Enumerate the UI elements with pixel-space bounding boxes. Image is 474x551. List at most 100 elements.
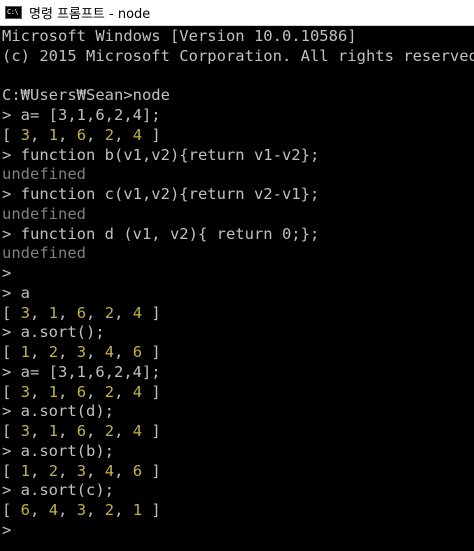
console-line: > a.sort(c);: [2, 481, 474, 501]
console-text: 6: [76, 125, 87, 144]
console-text: 6: [132, 461, 143, 480]
console-text: 2: [104, 422, 115, 440]
console-text: 4: [132, 422, 143, 440]
console-line: > a= [3,1,6,2,4];: [2, 106, 474, 126]
console-text: ,: [58, 501, 77, 519]
console-line: C:₩Users₩Sean>node: [2, 86, 474, 106]
console-text: 4: [48, 501, 59, 519]
console-text: > a= [3,1,6,2,4];: [2, 106, 161, 124]
console-text: ,: [114, 125, 133, 144]
console-text: ,: [86, 382, 105, 401]
console-line: [ 3, 1, 6, 2, 4 ]: [2, 383, 474, 403]
console-text: ]: [142, 382, 161, 401]
console-text: ,: [86, 303, 105, 322]
console-text: > function c(v1,v2){return v2-v1};: [2, 185, 320, 203]
console-line: undefined: [2, 205, 474, 225]
cmd-icon: C:\: [5, 6, 22, 19]
console-text: Microsoft Windows [Version 10.0.10586]: [2, 27, 357, 45]
console-text: ]: [142, 461, 161, 480]
console-text: 6: [76, 422, 87, 440]
console-line: [ 1, 2, 3, 4, 6 ]: [2, 462, 474, 482]
console-text: 1: [48, 303, 59, 322]
console-text: ]: [142, 501, 161, 519]
console-text: 6: [20, 501, 31, 519]
console-text: > a: [2, 283, 30, 302]
console-text: 2: [104, 125, 115, 144]
console-line: > a= [3,1,6,2,4];: [2, 363, 474, 383]
console-text: 6: [76, 303, 87, 322]
console-text: undefined: [2, 165, 86, 184]
console-text: > function b(v1,v2){return v1-v2};: [2, 145, 320, 164]
console-text: ,: [58, 303, 77, 322]
console-text: ,: [58, 125, 77, 144]
console-text: ]: [142, 303, 161, 322]
console-text: 2: [48, 461, 59, 480]
console-text: 6: [132, 343, 143, 361]
console-text: ,: [86, 501, 105, 519]
console-text: [: [2, 303, 21, 322]
console-line: [ 3, 1, 6, 2, 4 ]: [2, 422, 474, 442]
console-output[interactable]: Microsoft Windows [Version 10.0.10586] (c…: [2, 27, 474, 551]
console-text: 4: [104, 461, 115, 480]
console-text: > a.sort(d);: [2, 402, 114, 421]
console-text: ,: [58, 343, 77, 361]
console-text: ]: [142, 125, 161, 144]
console-text: ,: [86, 125, 105, 144]
console-line: > a.sort(d);: [2, 402, 474, 422]
console-text: ,: [30, 343, 49, 361]
console-line: [ 3, 1, 6, 2, 4 ]: [2, 304, 474, 324]
console-line: [ 6, 4, 3, 2, 1 ]: [2, 501, 474, 521]
console-text: ,: [30, 461, 49, 480]
console-text: ,: [30, 501, 49, 519]
title-bar[interactable]: C:\ 명령 프롬프트 - node: [0, 0, 474, 26]
console-text: ,: [30, 422, 49, 440]
console-line: > a: [2, 284, 474, 304]
console-text: 4: [104, 343, 115, 361]
console-line: > a.sort(b);: [2, 442, 474, 462]
console-text: 3: [76, 501, 87, 519]
console-text: 3: [76, 461, 87, 480]
console-text: 2: [104, 382, 115, 401]
console-text: ,: [114, 501, 133, 519]
console-text: 3: [20, 382, 31, 401]
command-prompt-window: C:\ 명령 프롬프트 - node Microsoft Windows [Ve…: [0, 0, 474, 551]
console-text: 3: [20, 303, 31, 322]
console-text: 4: [132, 382, 143, 401]
console-text: 1: [20, 343, 31, 361]
console-text: 4: [132, 125, 143, 144]
console-text: ,: [114, 461, 133, 480]
console-text: 1: [20, 461, 31, 480]
console-text: 1: [48, 125, 59, 144]
console-text: ,: [58, 422, 77, 440]
console-text: ,: [114, 422, 133, 440]
console-text: >: [2, 264, 12, 282]
window-title: 명령 프롬프트 - node: [29, 7, 151, 22]
console-text: 2: [48, 343, 59, 361]
console-text: 4: [132, 303, 143, 322]
console-text: >: [2, 520, 12, 539]
console-text: 3: [76, 343, 87, 361]
console-text: 2: [104, 501, 115, 519]
console-text: 1: [48, 422, 59, 440]
console-line: undefined: [2, 165, 474, 185]
console-text: (c) 2015 Microsoft Corporation. All righ…: [2, 46, 474, 65]
console-text: > a.sort(b);: [2, 441, 114, 460]
console-text: 1: [132, 501, 143, 519]
console-text: ,: [86, 343, 105, 361]
console-text: ,: [114, 303, 133, 322]
console-text: 6: [76, 382, 87, 401]
console-line: > function b(v1,v2){return v1-v2};: [2, 146, 474, 166]
console-text: [: [2, 461, 21, 480]
console-text: ,: [30, 382, 49, 401]
console-text: ,: [114, 382, 133, 401]
console-line: [ 3, 1, 6, 2, 4 ]: [2, 126, 474, 146]
console-line: > function c(v1,v2){return v2-v1};: [2, 185, 474, 205]
console-line: >: [2, 264, 474, 284]
console-text: 2: [104, 303, 115, 322]
console-text: > a.sort();: [2, 323, 105, 342]
cmd-icon-label: C:\: [7, 8, 19, 16]
console-text: > function d (v1, v2){ return 0;};: [2, 224, 320, 243]
console-text: C:₩Users₩Sean>node: [2, 86, 170, 105]
console-text: > a= [3,1,6,2,4];: [2, 362, 161, 381]
console-line: undefined: [2, 244, 474, 264]
